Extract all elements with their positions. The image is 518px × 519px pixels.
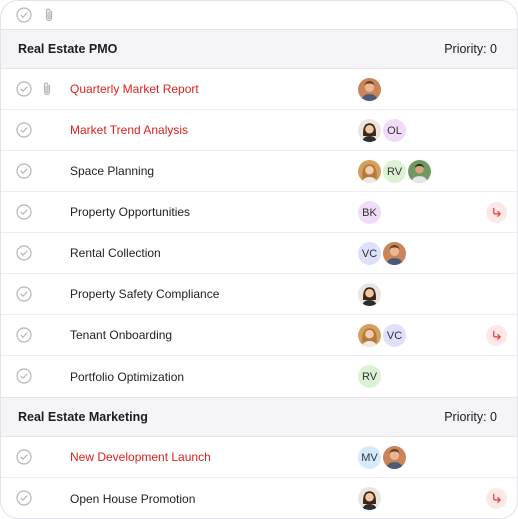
task-row[interactable]: New Development Launch MV xyxy=(1,437,517,478)
complete-task-icon[interactable] xyxy=(16,245,32,261)
complete-task-icon[interactable] xyxy=(16,81,32,97)
avatar-photo[interactable] xyxy=(356,76,383,103)
task-name[interactable]: Portfolio Optimization xyxy=(70,370,184,384)
complete-task-icon[interactable] xyxy=(16,327,32,343)
assignee-avatars[interactable]: VC xyxy=(356,240,408,267)
avatar-initials[interactable]: RV xyxy=(381,158,408,185)
task-row[interactable]: Market Trend Analysis OL xyxy=(1,110,517,151)
assignee-avatars[interactable] xyxy=(356,76,383,103)
complete-task-icon[interactable] xyxy=(16,286,32,302)
complete-task-icon[interactable] xyxy=(16,368,32,384)
avatar-photo[interactable] xyxy=(381,240,408,267)
avatar-initials[interactable]: RV xyxy=(356,363,383,390)
group-title: Real Estate Marketing xyxy=(18,410,148,424)
task-groups: Real Estate PMO Priority: 0 Quarterly Mark… xyxy=(1,29,517,518)
toolbar xyxy=(1,1,517,29)
check-circle-icon[interactable] xyxy=(16,7,32,23)
subtask-arrow-icon[interactable] xyxy=(486,488,507,509)
complete-task-icon[interactable] xyxy=(16,122,32,138)
task-row[interactable]: Tenant Onboarding VC xyxy=(1,315,517,356)
assignee-avatars[interactable]: MV xyxy=(356,444,408,471)
task-name[interactable]: Property Opportunities xyxy=(70,205,190,219)
task-list: Quarterly Market Report Market Trend Anal… xyxy=(1,69,517,397)
task-row[interactable]: Property Opportunities BK xyxy=(1,192,517,233)
assignee-avatars[interactable]: RV xyxy=(356,363,383,390)
task-row[interactable]: Property Safety Compliance xyxy=(1,274,517,315)
group-priority: Priority: 0 xyxy=(444,410,497,424)
complete-task-icon[interactable] xyxy=(16,163,32,179)
subtask-arrow-icon[interactable] xyxy=(486,325,507,346)
subtask-arrow-icon[interactable] xyxy=(486,202,507,223)
assignee-avatars[interactable] xyxy=(356,485,383,512)
avatar-photo[interactable] xyxy=(356,158,383,185)
task-name[interactable]: Property Safety Compliance xyxy=(70,287,219,301)
task-row[interactable]: Rental Collection VC xyxy=(1,233,517,274)
task-row[interactable]: Quarterly Market Report xyxy=(1,69,517,110)
task-row[interactable]: Space Planning RV xyxy=(1,151,517,192)
avatar-initials[interactable]: BK xyxy=(356,199,383,226)
paperclip-icon[interactable] xyxy=(42,7,56,23)
task-name[interactable]: Rental Collection xyxy=(70,246,161,260)
task-name[interactable]: Open House Promotion xyxy=(70,492,195,506)
assignee-avatars[interactable]: OL xyxy=(356,117,408,144)
task-name[interactable]: Market Trend Analysis xyxy=(70,123,188,137)
group-header[interactable]: Real Estate Marketing Priority: 0 xyxy=(1,397,517,437)
task-list: New Development Launch MV Open House Promo… xyxy=(1,437,517,518)
avatar-photo[interactable] xyxy=(381,444,408,471)
complete-task-icon[interactable] xyxy=(16,204,32,220)
avatar-photo[interactable] xyxy=(356,281,383,308)
group-title: Real Estate PMO xyxy=(18,42,118,56)
task-name[interactable]: Quarterly Market Report xyxy=(70,82,199,96)
assignee-avatars[interactable]: VC xyxy=(356,322,408,349)
avatar-initials[interactable]: VC xyxy=(356,240,383,267)
avatar-initials[interactable]: VC xyxy=(381,322,408,349)
avatar-initials[interactable]: MV xyxy=(356,444,383,471)
avatar-photo[interactable] xyxy=(356,485,383,512)
avatar-photo[interactable] xyxy=(356,322,383,349)
task-name[interactable]: New Development Launch xyxy=(70,450,211,464)
avatar-initials[interactable]: OL xyxy=(381,117,408,144)
complete-task-icon[interactable] xyxy=(16,490,32,506)
group-priority: Priority: 0 xyxy=(444,42,497,56)
group-header[interactable]: Real Estate PMO Priority: 0 xyxy=(1,29,517,69)
avatar-photo[interactable] xyxy=(406,158,433,185)
assignee-avatars[interactable]: BK xyxy=(356,199,383,226)
complete-task-icon[interactable] xyxy=(16,449,32,465)
task-row[interactable]: Open House Promotion xyxy=(1,478,517,518)
assignee-avatars[interactable] xyxy=(356,281,383,308)
task-name[interactable]: Tenant Onboarding xyxy=(70,328,172,342)
task-row[interactable]: Portfolio Optimization RV xyxy=(1,356,517,397)
avatar-photo[interactable] xyxy=(356,117,383,144)
task-name[interactable]: Space Planning xyxy=(70,164,154,178)
task-list-panel: Real Estate PMO Priority: 0 Quarterly Mark… xyxy=(0,0,518,519)
attachment-icon[interactable] xyxy=(40,81,54,97)
assignee-avatars[interactable]: RV xyxy=(356,158,433,185)
